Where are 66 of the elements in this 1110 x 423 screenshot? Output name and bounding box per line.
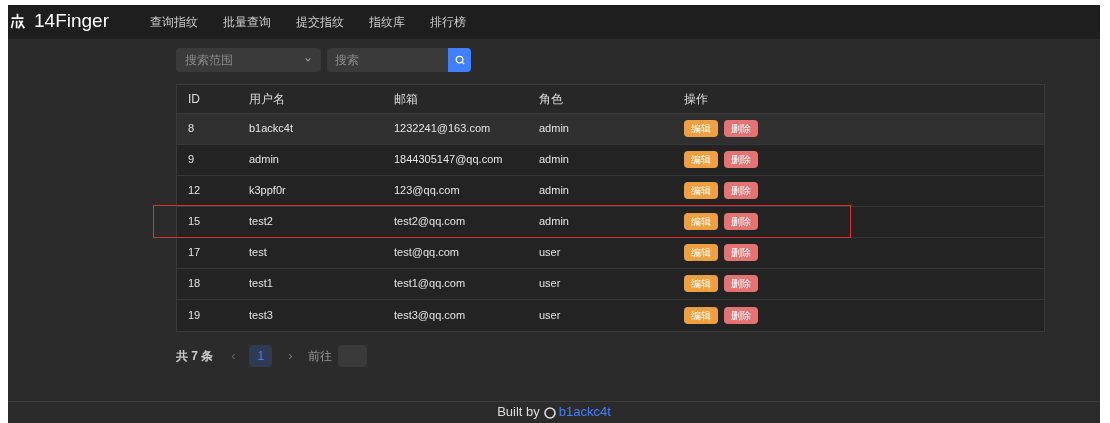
logo-text: 14Finger bbox=[34, 9, 109, 34]
table-cell-text: test@qq.com bbox=[394, 245, 460, 261]
search-icon bbox=[454, 54, 465, 65]
nav-link[interactable]: 排行榜 bbox=[430, 12, 466, 31]
edit-button[interactable]: 编辑 bbox=[684, 244, 718, 261]
table-cell-text: 19 bbox=[187, 307, 202, 323]
delete-button[interactable]: 删除 bbox=[724, 120, 758, 137]
chevron-down-icon bbox=[304, 55, 312, 64]
total-count: 共 7 条 bbox=[176, 347, 214, 365]
column-header: 邮箱 bbox=[394, 90, 419, 108]
delete-button[interactable]: 删除 bbox=[724, 244, 758, 261]
table-cell-text: k3ppf0r bbox=[249, 183, 287, 199]
nav-link[interactable]: 提交指纹 bbox=[296, 12, 344, 31]
table-cell-text: 17 bbox=[187, 245, 202, 261]
column-header: 用户名 bbox=[249, 90, 286, 108]
table-cell-text: user bbox=[539, 276, 562, 292]
table-cell-text: test2@qq.com bbox=[394, 214, 467, 230]
table-cell-text: 1232241@163.com bbox=[394, 121, 492, 137]
search-button[interactable] bbox=[448, 47, 471, 72]
table-cell-text: 8 bbox=[187, 121, 196, 137]
table-cell-text: 123@qq.com bbox=[394, 183, 461, 199]
edit-button[interactable]: 编辑 bbox=[684, 213, 718, 230]
scope-select[interactable]: 搜索范围 bbox=[176, 47, 321, 72]
delete-button[interactable]: 删除 bbox=[724, 213, 758, 230]
delete-button[interactable]: 删除 bbox=[724, 151, 758, 168]
table-cell-text: test bbox=[249, 245, 268, 261]
edit-button[interactable]: 编辑 bbox=[684, 120, 718, 137]
column-header: ID bbox=[187, 90, 201, 108]
delete-button[interactable]: 删除 bbox=[724, 182, 758, 199]
delete-button[interactable]: 删除 bbox=[724, 306, 758, 324]
table-cell-text: 12 bbox=[187, 183, 202, 199]
footer-text: Built by bbox=[497, 402, 540, 421]
search-field[interactable]: 搜索 bbox=[327, 47, 448, 72]
column-header: 操作 bbox=[684, 90, 709, 108]
edit-button[interactable]: 编辑 bbox=[684, 182, 718, 199]
table-cell-text: b1ackc4t bbox=[249, 121, 295, 137]
table-cell-text: 18 bbox=[187, 276, 202, 292]
next-page-button[interactable]: › bbox=[280, 345, 301, 366]
table-cell-text: user bbox=[539, 245, 562, 261]
table-cell-text: 9 bbox=[187, 152, 196, 168]
goto-label: 前往 bbox=[308, 347, 333, 365]
table-cell-text: test3 bbox=[249, 307, 274, 323]
page-button[interactable]: 1 bbox=[249, 344, 273, 367]
table-cell-text: test1 bbox=[249, 276, 274, 292]
table-cell-text: test1@qq.com bbox=[394, 276, 467, 292]
nav-link[interactable]: 指纹库 bbox=[369, 12, 405, 31]
table-cell-text: test2 bbox=[249, 214, 274, 230]
column-header: 角色 bbox=[539, 90, 564, 108]
table-cell-text: 1844305147@qq.com bbox=[394, 152, 504, 168]
edit-button[interactable]: 编辑 bbox=[684, 306, 718, 324]
table-cell-text: admin bbox=[539, 214, 570, 230]
prev-page-button[interactable]: ‹ bbox=[223, 345, 244, 366]
author-link[interactable]: b1ackc4t bbox=[558, 401, 611, 421]
delete-button[interactable]: 删除 bbox=[724, 275, 758, 292]
edit-button[interactable]: 编辑 bbox=[684, 275, 718, 292]
table-cell-text: admin bbox=[539, 152, 570, 168]
nav-link[interactable]: 批量查询 bbox=[223, 12, 271, 31]
table-cell-text: user bbox=[539, 307, 562, 323]
github-icon bbox=[543, 407, 556, 419]
table-cell-text: test3@qq.com bbox=[394, 307, 467, 323]
table-cell-text: admin bbox=[249, 152, 280, 168]
nav-link[interactable]: 查询指纹 bbox=[150, 12, 198, 31]
table-cell-text: admin bbox=[539, 121, 570, 137]
edit-button[interactable]: 编辑 bbox=[684, 151, 718, 168]
table-cell-text: 15 bbox=[187, 214, 202, 230]
table-cell-text: admin bbox=[539, 183, 570, 199]
